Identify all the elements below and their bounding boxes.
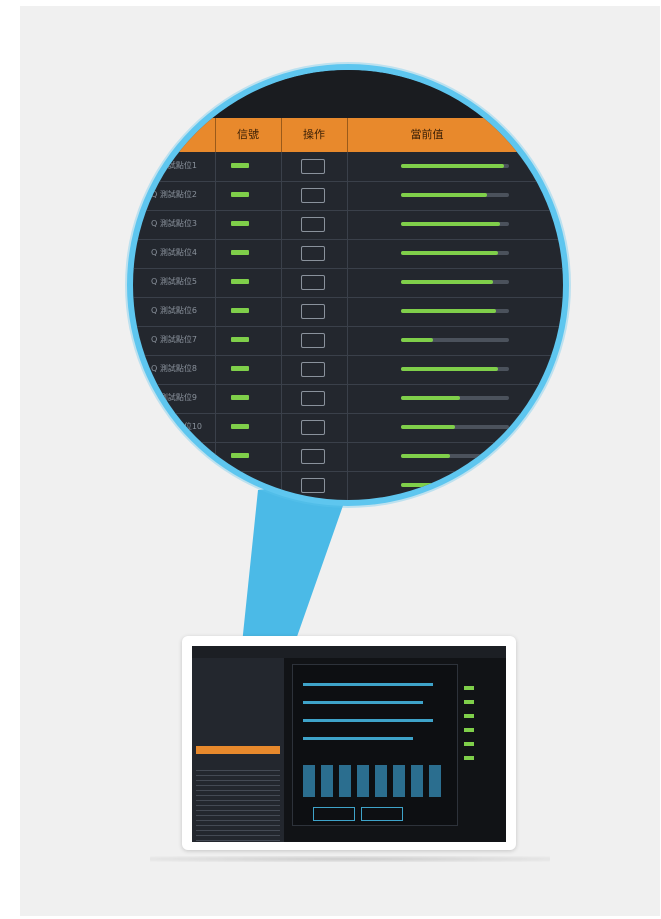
signal-indicator <box>231 250 249 255</box>
table-row: Q 測試點位11 <box>133 442 563 472</box>
signal-indicator <box>231 395 249 400</box>
col-action-header: 操作 <box>303 128 325 141</box>
table-row: Q 測試點位4 <box>133 239 563 269</box>
row-action-button[interactable] <box>301 478 325 493</box>
row-action-button[interactable] <box>301 246 325 261</box>
row-name: Q 測試點位12 <box>151 480 203 489</box>
value-bar-fill <box>401 164 504 168</box>
table-row: Q 測試點位10 <box>133 413 563 443</box>
value-bar <box>401 483 509 487</box>
value-bar-fill <box>401 454 450 458</box>
value-bar-fill <box>401 367 498 371</box>
value-bar <box>401 454 509 458</box>
table-row: Q 測試點位8 <box>133 355 563 385</box>
lens-top-bar <box>133 70 563 118</box>
row-name: Q 測試點位9 <box>151 393 197 402</box>
row-action-button[interactable] <box>301 362 325 377</box>
value-bar-fill <box>401 425 455 429</box>
value-bar-fill <box>401 338 433 342</box>
row-action-button[interactable] <box>301 420 325 435</box>
row-name: Q 測試點位10 <box>151 422 203 431</box>
table-header: 信號 操作 當前值 <box>133 118 563 152</box>
row-action-button[interactable] <box>301 188 325 203</box>
table-row: Q 測試點位6 <box>133 297 563 327</box>
row-action-button[interactable] <box>301 333 325 348</box>
signal-indicator <box>231 192 249 197</box>
laptop-device <box>182 636 516 850</box>
value-bar-fill <box>401 222 500 226</box>
row-action-button[interactable] <box>301 275 325 290</box>
value-bar-fill <box>401 193 487 197</box>
row-name: Q 測試點位11 <box>151 451 203 460</box>
signal-indicator <box>231 366 249 371</box>
laptop-shadow <box>150 856 550 862</box>
signal-indicator <box>231 337 249 342</box>
row-name: Q 測試點位5 <box>151 277 197 286</box>
laptop-screen <box>192 646 506 842</box>
mini-list-row <box>196 841 280 842</box>
table-row: Q 測試點位1 <box>133 152 563 182</box>
table-row: Q 測試點位3 <box>133 210 563 240</box>
value-bar <box>401 367 509 371</box>
row-action-button[interactable] <box>301 304 325 319</box>
row-name: Q 測試點位1 <box>151 161 197 170</box>
table-row: Q 測試點位12 <box>133 471 563 500</box>
value-bar <box>401 193 509 197</box>
signal-indicator <box>231 163 249 168</box>
row-action-button[interactable] <box>301 449 325 464</box>
table-row: Q 測試點位9 <box>133 384 563 414</box>
value-bar <box>401 251 509 255</box>
row-name: Q 測試點位7 <box>151 335 197 344</box>
row-action-button[interactable] <box>301 391 325 406</box>
value-bar <box>401 222 509 226</box>
signal-indicator <box>231 453 249 458</box>
signal-indicator <box>231 279 249 284</box>
value-bar-fill <box>401 251 498 255</box>
table-row: Q 測試點位2 <box>133 181 563 211</box>
table-row: Q 測試點位7 <box>133 326 563 356</box>
signal-indicator <box>231 424 249 429</box>
row-action-button[interactable] <box>301 159 325 174</box>
value-bar-fill <box>401 396 460 400</box>
col-signal-header: 信號 <box>237 128 259 141</box>
value-bar-fill <box>401 483 439 487</box>
value-bar-fill <box>401 309 496 313</box>
signal-indicator <box>231 221 249 226</box>
value-bar <box>401 425 509 429</box>
value-bar <box>401 309 509 313</box>
monitor-panel <box>292 664 458 826</box>
row-name: Q 測試點位3 <box>151 219 197 228</box>
signal-indicator <box>231 482 249 487</box>
value-bar <box>401 164 509 168</box>
value-bar-fill <box>401 280 493 284</box>
signal-indicator <box>231 308 249 313</box>
row-name: Q 測試點位4 <box>151 248 197 257</box>
magnified-lens: 信號 操作 當前值 Q 測試點位1 Q 測試點位2 Q 測試點位3 Q 測試點位4 Q … <box>133 70 563 500</box>
value-bar <box>401 280 509 284</box>
row-name: Q 測試點位8 <box>151 364 197 373</box>
row-name: Q 測試點位6 <box>151 306 197 315</box>
value-bar <box>401 338 509 342</box>
table-row: Q 測試點位5 <box>133 268 563 298</box>
value-bar <box>401 396 509 400</box>
row-name: Q 測試點位2 <box>151 190 197 199</box>
row-action-button[interactable] <box>301 217 325 232</box>
col-value-header: 當前值 <box>410 128 444 141</box>
